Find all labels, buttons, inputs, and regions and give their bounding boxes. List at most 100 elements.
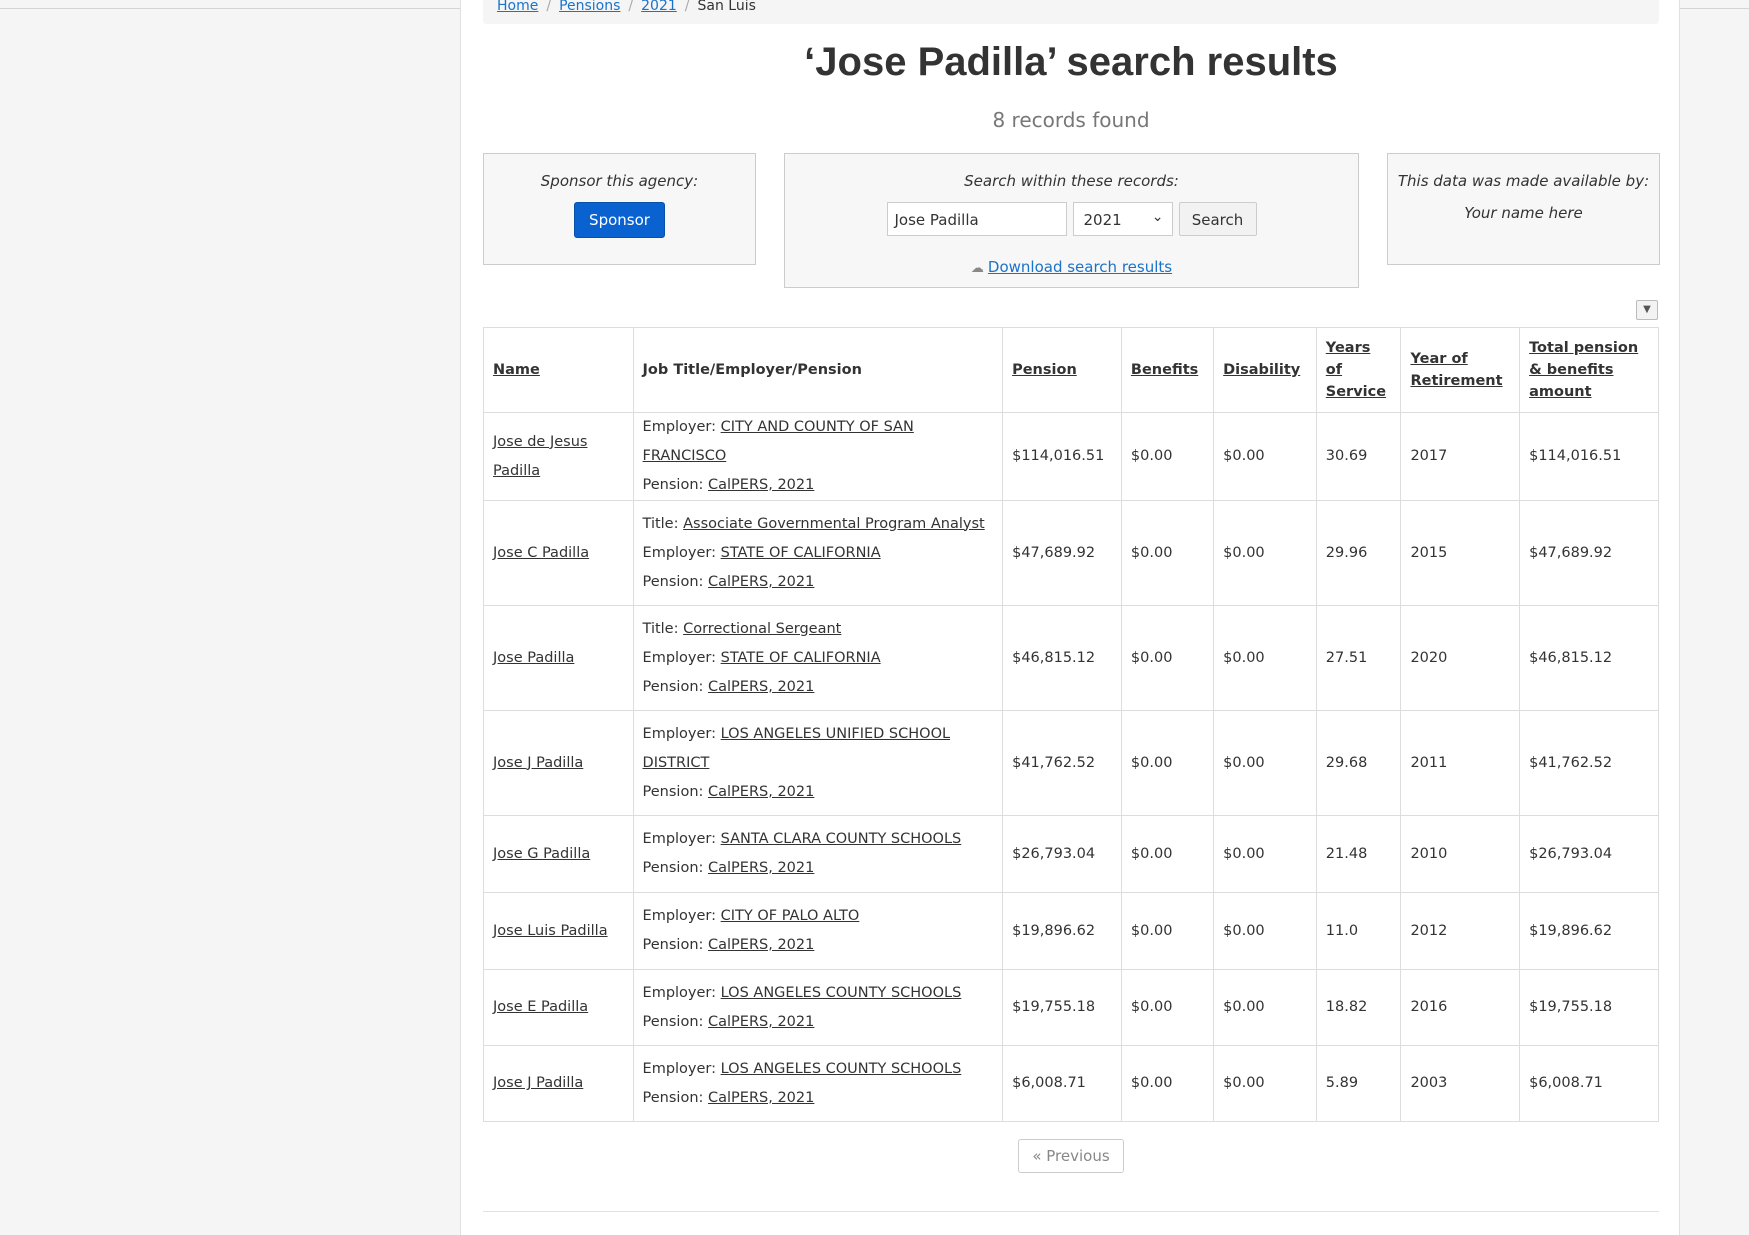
- person-name-link[interactable]: Jose J Padilla: [493, 755, 583, 771]
- title-prefix: Title:: [642, 515, 679, 532]
- cell-benefits: $0.00: [1120, 710, 1215, 816]
- cell-disability: $0.00: [1213, 969, 1317, 1046]
- credit-label: This data was made available by:: [1397, 172, 1650, 190]
- table-row: Jose E Padilla Employer: LOS ANGELES COUN…: [483, 969, 1659, 1046]
- cell-name: Jose G Padilla: [483, 815, 634, 893]
- table-row: Jose de Jesus Padilla Employer: CITY AND …: [483, 412, 1659, 501]
- person-name-link[interactable]: Jose G Padilla: [493, 846, 590, 862]
- pension-source-link[interactable]: CalPERS, 2021: [708, 574, 814, 590]
- table-row: Jose J Padilla Employer: LOS ANGELES COUN…: [483, 1045, 1659, 1122]
- cell-year-of-retirement: 2010: [1400, 815, 1521, 893]
- person-name-link[interactable]: Jose C Padilla: [493, 545, 589, 561]
- header-pension[interactable]: Pension: [1002, 327, 1122, 413]
- person-name-link[interactable]: Jose Padilla: [493, 650, 574, 666]
- cell-total: $41,762.52: [1519, 710, 1659, 816]
- pension-line: Pension: CalPERS, 2021: [643, 778, 994, 807]
- pension-prefix: Pension:: [642, 477, 704, 493]
- cell-total: $46,815.12: [1519, 605, 1659, 711]
- employer-link[interactable]: LOS ANGELES COUNTY SCHOOLS: [721, 1061, 962, 1077]
- person-name-link[interactable]: Jose de Jesus Padilla: [493, 434, 587, 479]
- pension-source-link[interactable]: CalPERS, 2021: [708, 1014, 814, 1030]
- pension-source-link[interactable]: CalPERS, 2021: [708, 937, 814, 953]
- pension-prefix: Pension:: [642, 860, 704, 876]
- cell-job: Employer: LOS ANGELES COUNTY SCHOOLS Pens…: [632, 1045, 1004, 1122]
- employer-link[interactable]: LOS ANGELES COUNTY SCHOOLS: [721, 985, 962, 1001]
- year-select[interactable]: 2021 ⌄: [1072, 202, 1173, 236]
- breadcrumb-year-link[interactable]: 2021: [641, 0, 677, 14]
- cell-job: Title: Associate Governmental Program An…: [632, 500, 1004, 606]
- job-title-link[interactable]: Associate Governmental Program Analyst: [683, 516, 985, 532]
- header-total[interactable]: Total pension & benefits amount: [1519, 327, 1659, 413]
- cell-pension: $26,793.04: [1002, 815, 1122, 893]
- year-select-value: 2021: [1083, 211, 1122, 229]
- pension-line: Pension: CalPERS, 2021: [643, 1008, 994, 1037]
- employer-prefix: Employer:: [642, 984, 717, 1001]
- pension-source-link[interactable]: CalPERS, 2021: [708, 1090, 814, 1106]
- person-name-link[interactable]: Jose Luis Padilla: [493, 923, 608, 939]
- person-name-link[interactable]: Jose J Padilla: [493, 1075, 583, 1091]
- breadcrumb: Home / Pensions / 2021 / San Luis: [483, 0, 1659, 24]
- cell-name: Jose E Padilla: [483, 969, 634, 1046]
- pension-source-link[interactable]: CalPERS, 2021: [708, 860, 814, 876]
- person-name-link[interactable]: Jose E Padilla: [493, 999, 588, 1015]
- employer-line: Employer: STATE OF CALIFORNIA: [643, 539, 994, 568]
- cell-job: Title: Correctional Sergeant Employer: ST…: [632, 605, 1004, 711]
- search-input[interactable]: Jose Padilla: [886, 202, 1067, 236]
- employer-link[interactable]: STATE OF CALIFORNIA: [721, 545, 881, 561]
- cell-name: Jose Padilla: [483, 605, 634, 711]
- breadcrumb-current: San Luis: [697, 0, 756, 14]
- page-title: ‘Jose Padilla’ search results: [804, 40, 1338, 84]
- pension-prefix: Pension:: [642, 1089, 704, 1106]
- main-content: Home / Pensions / 2021 / San Luis ‘Jose Padill…: [460, 0, 1680, 1235]
- cell-disability: $0.00: [1213, 892, 1317, 970]
- employer-prefix: Employer:: [642, 725, 717, 742]
- cell-disability: $0.00: [1213, 605, 1317, 711]
- bottom-divider: [483, 1211, 1659, 1212]
- employer-prefix: Employer:: [642, 831, 717, 847]
- header-years-of-service[interactable]: Years of Service: [1315, 327, 1402, 413]
- table-row: Jose G Padilla Employer: SANTA CLARA COUN…: [483, 815, 1659, 893]
- job-title-link[interactable]: Correctional Sergeant: [683, 621, 841, 637]
- search-form: Jose Padilla 2021 ⌄ Search: [785, 202, 1358, 236]
- column-toggle-button[interactable]: ▼: [1636, 300, 1658, 320]
- cell-pension: $114,016.51: [1002, 412, 1122, 501]
- employer-link[interactable]: STATE OF CALIFORNIA: [721, 650, 881, 666]
- pension-line: Pension: CalPERS, 2021: [643, 854, 994, 883]
- sponsor-button[interactable]: Sponsor: [574, 202, 665, 238]
- cell-years-of-service: 5.89: [1315, 1045, 1402, 1122]
- cell-years-of-service: 29.96: [1315, 500, 1402, 606]
- cell-year-of-retirement: 2016: [1400, 969, 1521, 1046]
- cell-job: Employer: CITY AND COUNTY OF SAN FRANCIS…: [632, 412, 1004, 501]
- header-year-of-retirement[interactable]: Year of Retirement: [1400, 327, 1521, 413]
- cell-job: Employer: LOS ANGELES UNIFIED SCHOOL DIS…: [632, 710, 1004, 816]
- pension-source-link[interactable]: CalPERS, 2021: [708, 679, 814, 695]
- pension-source-link[interactable]: CalPERS, 2021: [708, 784, 814, 800]
- breadcrumb-home-link[interactable]: Home: [497, 0, 538, 14]
- employer-link[interactable]: CITY OF PALO ALTO: [721, 908, 860, 924]
- cell-year-of-retirement: 2012: [1400, 892, 1521, 970]
- header-disability[interactable]: Disability: [1213, 327, 1317, 413]
- cell-total: $26,793.04: [1519, 815, 1659, 893]
- pension-line: Pension: CalPERS, 2021: [643, 568, 994, 597]
- search-button[interactable]: Search: [1178, 202, 1257, 236]
- previous-page-button[interactable]: « Previous: [1018, 1139, 1124, 1173]
- credit-panel: This data was made available by: Your na…: [1387, 153, 1660, 265]
- pension-source-link[interactable]: CalPERS, 2021: [708, 477, 814, 493]
- cell-total: $114,016.51: [1519, 412, 1659, 501]
- breadcrumb-pensions-link[interactable]: Pensions: [559, 0, 620, 14]
- cell-years-of-service: 29.68: [1315, 710, 1402, 816]
- sponsor-panel: Sponsor this agency: Sponsor: [483, 153, 756, 265]
- download-results-link[interactable]: Download search results: [988, 258, 1172, 276]
- cell-name: Jose C Padilla: [483, 500, 634, 606]
- cloud-download-icon: ☁: [970, 261, 984, 276]
- employer-line: Employer: STATE OF CALIFORNIA: [643, 644, 994, 673]
- header-name[interactable]: Name: [483, 327, 634, 413]
- employer-prefix: Employer:: [642, 419, 717, 435]
- table-row: Jose Padilla Title: Correctional Sergeant…: [483, 605, 1659, 711]
- employer-link[interactable]: SANTA CLARA COUNTY SCHOOLS: [721, 831, 962, 847]
- cell-pension: $6,008.71: [1002, 1045, 1122, 1122]
- cell-years-of-service: 30.69: [1315, 412, 1402, 501]
- cell-benefits: $0.00: [1120, 412, 1215, 501]
- header-benefits[interactable]: Benefits: [1120, 327, 1215, 413]
- credit-name: Your name here: [1464, 204, 1583, 222]
